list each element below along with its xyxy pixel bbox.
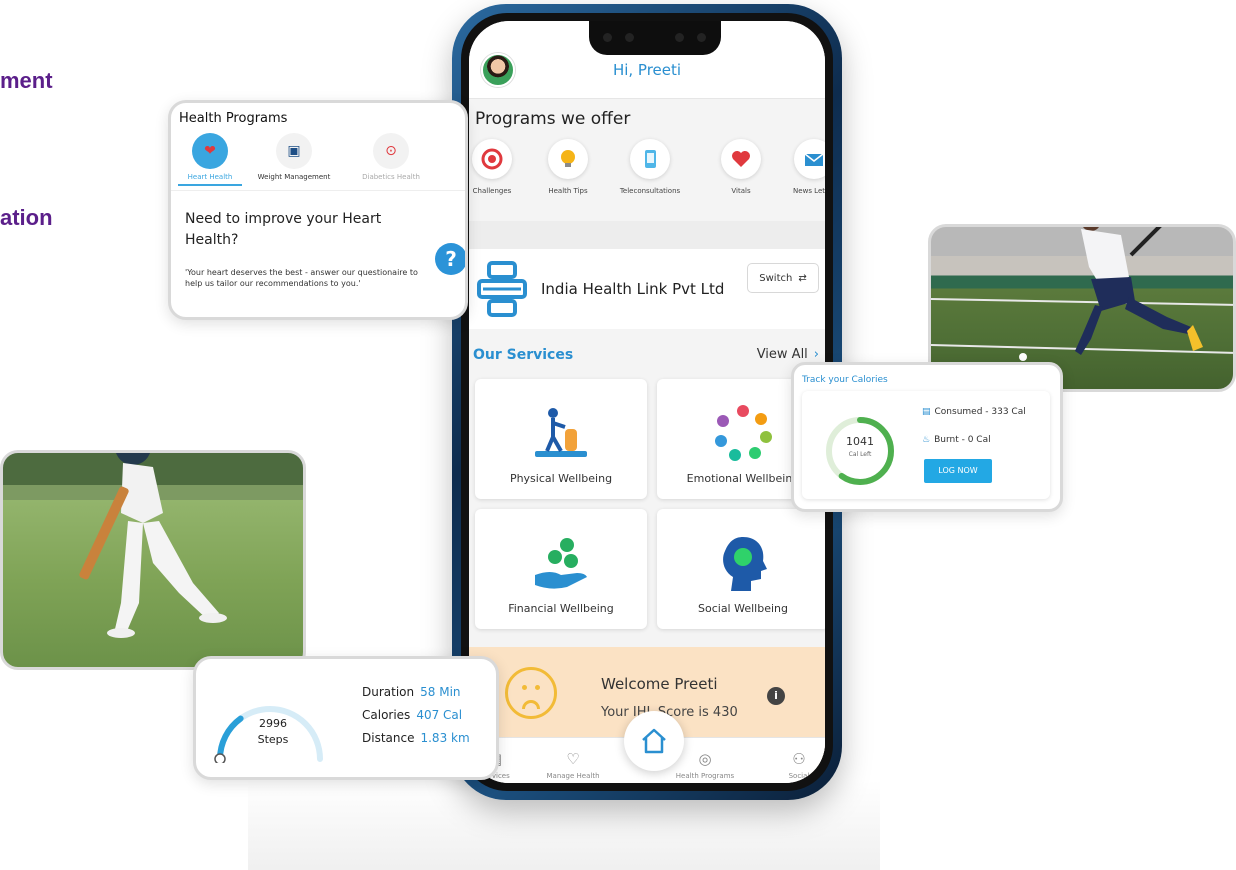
services-title: Our Services	[473, 347, 574, 363]
target-icon	[472, 139, 512, 179]
tab-weight-management[interactable]: ▣ Weight Management	[239, 133, 349, 181]
health-programs-tabs: ❤ Heart Health ▣ Weight Management ⊙ Dia…	[171, 133, 465, 191]
program-newsletter[interactable]: News Letter	[779, 139, 825, 195]
money-hand-icon	[535, 538, 587, 589]
view-all-link[interactable]: View All ›	[757, 347, 819, 362]
health-programs-card: Health Programs ❤ Heart Health ▣ Weight …	[168, 100, 468, 320]
service-financial[interactable]: Financial Wellbeing	[475, 509, 647, 629]
meal-icon: ▤	[922, 407, 931, 417]
calories-left-label: Cal Left	[848, 451, 872, 458]
nav-manage-health[interactable]: ♡ Manage Health	[533, 750, 613, 780]
company-name: India Health Link Pvt Ltd	[541, 280, 725, 298]
burnt-line: ♨ Burnt - 0 Cal	[922, 435, 991, 445]
people-circle-icon	[715, 405, 772, 461]
program-challenges[interactable]: Challenges	[469, 139, 527, 195]
app-screen: Hi, Preeti Programs we offer Challenges …	[469, 21, 825, 783]
phone-mockup: Hi, Preeti Programs we offer Challenges …	[452, 4, 842, 800]
heart-health-question: Need to improve your Heart Health?	[185, 211, 382, 248]
cricket-player-figure	[79, 453, 227, 638]
company-banner: India Health Link Pvt Ltd Switch ⇄	[469, 249, 825, 329]
nav-social[interactable]: ⚇ Social	[759, 750, 825, 780]
greeting: Hi, Preeti	[612, 61, 682, 79]
health-programs-title: Health Programs	[179, 111, 288, 126]
chevron-right-icon: ›	[813, 347, 819, 362]
program-teleconsultations[interactable]: Teleconsultations	[615, 139, 685, 195]
bulb-icon	[548, 139, 588, 179]
duration-stat: Duration 58 Min	[362, 685, 461, 699]
steps-card: 2996 Steps Duration 58 Min Calories 407 Ca…	[193, 656, 499, 780]
steps-count: 2996	[259, 717, 287, 730]
feature-heading-1: ment	[0, 68, 53, 93]
heart-health-body: 'Your heart deserves the best - answer o…	[185, 268, 418, 288]
cricket-photo	[0, 450, 306, 670]
home-button[interactable]	[624, 711, 684, 771]
sad-face-icon	[505, 667, 557, 719]
calories-left-value: 1041	[846, 435, 874, 448]
programs-title: Programs we offer	[475, 109, 631, 129]
flame-icon: ♨	[922, 435, 931, 445]
program-health-tips[interactable]: Health Tips	[533, 139, 603, 195]
scale-icon: ▣	[276, 133, 312, 169]
info-icon[interactable]: i	[767, 687, 785, 705]
steps-label: Steps	[257, 733, 289, 746]
service-physical[interactable]: Physical Wellbeing	[475, 379, 647, 499]
calories-panel: 1041 Cal Left ▤ Consumed - 333 Cal ♨ Burnt…	[802, 391, 1050, 499]
mail-icon	[794, 139, 825, 179]
home-icon	[642, 728, 666, 754]
distance-stat: Distance 1.83 km	[362, 731, 470, 745]
feature-heading-2: ation	[0, 205, 53, 230]
help-icon[interactable]: ?	[435, 243, 465, 275]
heart-icon	[721, 139, 761, 179]
heart-icon: ❤	[192, 133, 228, 169]
program-vitals[interactable]: Vitals	[706, 139, 776, 195]
tab-diabetics-health[interactable]: ⊙ Diabetics Health	[336, 133, 446, 181]
yoga-icon	[535, 408, 587, 457]
calories-stat: Calories 407 Cal	[362, 708, 463, 722]
welcome-title: Welcome Preeti	[601, 675, 718, 693]
services-header: Our Services View All ›	[469, 343, 825, 373]
glucose-icon: ⊙	[373, 133, 409, 169]
phone-doctor-icon	[630, 139, 670, 179]
phone-notch	[589, 21, 721, 55]
company-logo-icon	[477, 261, 527, 317]
calories-title: Track your Calories	[802, 375, 888, 385]
social-icon: ⚇	[792, 750, 806, 768]
calories-card: Track your Calories 1041 Cal Left ▤ Consu…	[791, 362, 1063, 512]
swap-icon: ⇄	[798, 272, 807, 284]
head-gear-icon	[723, 537, 767, 591]
consumed-line: ▤ Consumed - 333 Cal	[922, 407, 1026, 417]
programs-row: Challenges Health Tips Teleconsultations	[469, 139, 825, 209]
manage-health-icon: ♡	[566, 750, 580, 768]
log-now-button[interactable]: LOG NOW	[924, 459, 992, 483]
switch-button[interactable]: Switch ⇄	[747, 263, 819, 293]
service-social[interactable]: Social Wellbeing	[657, 509, 825, 629]
